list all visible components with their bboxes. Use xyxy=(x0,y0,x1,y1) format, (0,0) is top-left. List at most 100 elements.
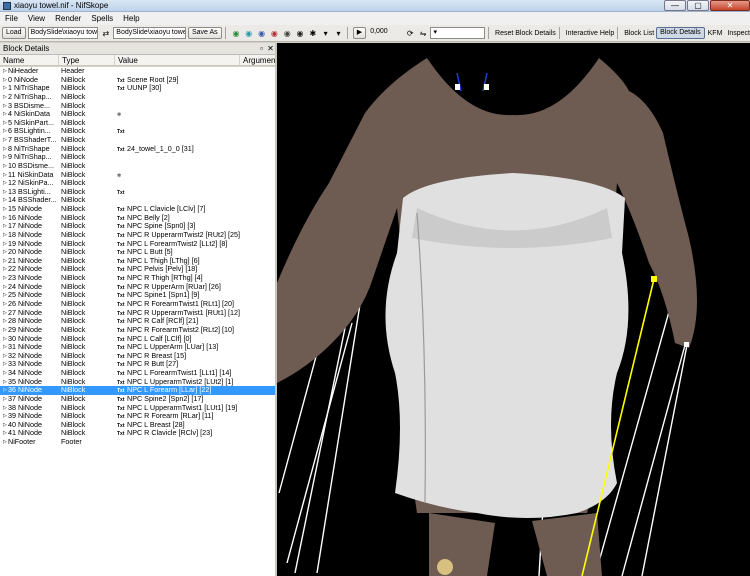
expand-arrow-icon[interactable]: ▷ xyxy=(3,309,7,318)
expand-arrow-icon[interactable]: ▷ xyxy=(3,240,7,249)
table-row[interactable]: ▷ NiHeader Header xyxy=(0,67,275,76)
expand-arrow-icon[interactable]: ▷ xyxy=(3,110,7,119)
menu-view[interactable]: View xyxy=(23,14,50,23)
expand-arrow-icon[interactable]: ▷ xyxy=(3,67,7,76)
minimize-button[interactable]: — xyxy=(664,0,686,11)
table-row[interactable]: ▷ 23 NiNode NiBlock Txt NPC R Thigh [RThg] [… xyxy=(0,274,275,283)
dropdown-arrow-icon[interactable]: ▾ xyxy=(320,28,331,39)
pin-icon[interactable]: ✱ xyxy=(307,28,318,39)
expand-arrow-icon[interactable]: ▷ xyxy=(3,93,7,102)
reset-block-details-button[interactable]: Reset Block Details xyxy=(495,30,556,37)
expand-arrow-icon[interactable]: ▷ xyxy=(3,283,7,292)
column-name[interactable]: Name xyxy=(0,55,59,66)
expand-arrow-icon[interactable]: ▷ xyxy=(3,291,7,300)
expand-arrow-icon[interactable]: ▷ xyxy=(3,119,7,128)
selected-bone-marker[interactable] xyxy=(651,276,657,282)
table-row[interactable]: ▷ 27 NiNode NiBlock Txt NPC R UpperarmTwist1… xyxy=(0,309,275,318)
table-row[interactable]: ▷ 11 NiSkinData NiBlock ✱ xyxy=(0,171,275,180)
close-panel-icon[interactable]: ✕ xyxy=(266,44,275,53)
dropdown-arrow-icon-2[interactable]: ▾ xyxy=(333,28,344,39)
expand-arrow-icon[interactable]: ▷ xyxy=(3,438,7,447)
expand-arrow-icon[interactable]: ▷ xyxy=(3,76,7,85)
interactive-help-button[interactable]: Interactive Help xyxy=(566,30,615,37)
expand-arrow-icon[interactable]: ▷ xyxy=(3,386,7,395)
table-row[interactable]: ▷ 35 NiNode NiBlock Txt NPC L UpperarmTwist2… xyxy=(0,378,275,387)
play-button[interactable]: ▶ xyxy=(352,27,367,39)
menu-render[interactable]: Render xyxy=(50,14,86,23)
table-row[interactable]: ▷ 15 NiNode NiBlock Txt NPC L Clavicle [LClv… xyxy=(0,205,275,214)
table-row[interactable]: ▷ 30 NiNode NiBlock Txt NPC L Calf [LClf] [0… xyxy=(0,335,275,344)
expand-arrow-icon[interactable]: ▷ xyxy=(3,188,7,197)
switch-icon[interactable]: ⇋ xyxy=(418,28,429,39)
table-row[interactable]: ▷ 39 NiNode NiBlock Txt NPC R Forearm [RLar]… xyxy=(0,412,275,421)
expand-arrow-icon[interactable]: ▷ xyxy=(3,369,7,378)
kfm-button[interactable]: KFM xyxy=(708,30,723,37)
table-row[interactable]: ▷ 17 NiNode NiBlock Txt NPC Spine [Spn0] [3] xyxy=(0,222,275,231)
table-row[interactable]: ▷ 22 NiNode NiBlock Txt NPC Pelvis [Pelv] [1… xyxy=(0,265,275,274)
expand-arrow-icon[interactable]: ▷ xyxy=(3,127,7,136)
expand-arrow-icon[interactable]: ▷ xyxy=(3,343,7,352)
expand-arrow-icon[interactable]: ▷ xyxy=(3,214,7,223)
table-row[interactable]: ▷ 38 NiNode NiBlock Txt NPC L UpperarmTwist1… xyxy=(0,404,275,413)
table-row[interactable]: ▷ 1 NiTriShape NiBlock Txt UUNP [30] xyxy=(0,84,275,93)
table-row[interactable]: ▷ 13 BSLighti... NiBlock Txt xyxy=(0,188,275,197)
table-row[interactable]: ▷ 9 NiTriShap... NiBlock xyxy=(0,153,275,162)
save-path-field[interactable]: BodySlide\xiaoyu towel.nif xyxy=(113,27,186,39)
expand-arrow-icon[interactable]: ▷ xyxy=(3,145,7,154)
table-row[interactable]: ▷ 6 BSLightin... NiBlock Txt xyxy=(0,127,275,136)
expand-arrow-icon[interactable]: ▷ xyxy=(3,248,7,257)
menu-spells[interactable]: Spells xyxy=(86,14,118,23)
table-row[interactable]: ▷ 2 NiTriShap... NiBlock xyxy=(0,93,275,102)
bone-joint-marker[interactable] xyxy=(437,559,453,575)
expand-arrow-icon[interactable]: ▷ xyxy=(3,265,7,274)
bone-node-marker-2[interactable] xyxy=(484,84,489,90)
expand-arrow-icon[interactable]: ▷ xyxy=(3,395,7,404)
eye-cyan-icon[interactable]: ◉ xyxy=(243,28,254,39)
inspect-button[interactable]: Inspect xyxy=(727,30,750,37)
table-row[interactable]: ▷ 29 NiNode NiBlock Txt NPC R ForearmTwist2 … xyxy=(0,326,275,335)
table-row[interactable]: ▷ 3 BSDisme... NiBlock xyxy=(0,102,275,111)
expand-arrow-icon[interactable]: ▷ xyxy=(3,335,7,344)
render-viewport[interactable] xyxy=(277,43,750,576)
table-row[interactable]: ▷ 19 NiNode NiBlock Txt NPC L ForearmTwist2 … xyxy=(0,240,275,249)
table-row[interactable]: ▷ 32 NiNode NiBlock Txt NPC R Breast [15] xyxy=(0,352,275,361)
table-row[interactable]: ▷ 0 NiNode NiBlock Txt Scene Root [29] xyxy=(0,76,275,85)
load-path-field[interactable]: BodySlide\xiaoyu towel.nif xyxy=(27,27,99,39)
table-row[interactable]: ▷ 8 NiTriShape NiBlock Txt 24_towel_1_0_0 [3… xyxy=(0,145,275,154)
expand-arrow-icon[interactable]: ▷ xyxy=(3,378,7,387)
animation-select[interactable]: ▾ xyxy=(430,27,486,39)
table-row[interactable]: ▷ 12 NiSkinPa... NiBlock xyxy=(0,179,275,188)
bone-node-marker[interactable] xyxy=(455,84,460,90)
table-row[interactable]: ▷ 20 NiNode NiBlock Txt NPC L Butt [5] xyxy=(0,248,275,257)
table-row[interactable]: ▷ 16 NiNode NiBlock Txt NPC Belly [2] xyxy=(0,214,275,223)
expand-arrow-icon[interactable]: ▷ xyxy=(3,429,7,438)
expand-arrow-icon[interactable]: ▷ xyxy=(3,421,7,430)
table-row[interactable]: ▷ 24 NiNode NiBlock Txt NPC R UpperArm [RUar… xyxy=(0,283,275,292)
table-row[interactable]: ▷ 14 BSShader... NiBlock xyxy=(0,196,275,205)
table-row[interactable]: ▷ 7 BSShaderT... NiBlock xyxy=(0,136,275,145)
float-panel-icon[interactable]: ▫ xyxy=(257,44,266,53)
expand-arrow-icon[interactable]: ▷ xyxy=(3,360,7,369)
bone-node-marker-3[interactable] xyxy=(684,342,689,347)
load-button[interactable]: Load xyxy=(2,27,26,39)
table-row[interactable]: ▷ 25 NiNode NiBlock Txt NPC Spine1 [Spn1] [9… xyxy=(0,291,275,300)
expand-arrow-icon[interactable]: ▷ xyxy=(3,257,7,266)
block-list-button[interactable]: Block List xyxy=(624,30,654,37)
expand-arrow-icon[interactable]: ▷ xyxy=(3,352,7,361)
expand-arrow-icon[interactable]: ▷ xyxy=(3,300,7,309)
expand-arrow-icon[interactable]: ▷ xyxy=(3,102,7,111)
maximize-button[interactable]: ▢ xyxy=(687,0,709,11)
eye-red-icon[interactable]: ◉ xyxy=(269,28,280,39)
expand-arrow-icon[interactable]: ▷ xyxy=(3,171,7,180)
save-as-button[interactable]: Save As xyxy=(187,27,222,39)
expand-arrow-icon[interactable]: ▷ xyxy=(3,179,7,188)
table-row[interactable]: ▷ 41 NiNode NiBlock Txt NPC R Clavicle [RClv… xyxy=(0,429,275,438)
loop-icon[interactable]: ⟳ xyxy=(405,28,416,39)
table-row[interactable]: ▷ 21 NiNode NiBlock Txt NPC L Thigh [LThg] [… xyxy=(0,257,275,266)
column-value[interactable]: Value xyxy=(115,55,240,66)
expand-arrow-icon[interactable]: ▷ xyxy=(3,222,7,231)
expand-arrow-icon[interactable]: ▷ xyxy=(3,317,7,326)
expand-arrow-icon[interactable]: ▷ xyxy=(3,162,7,171)
table-row[interactable]: ▷ NiFooter Footer xyxy=(0,438,275,447)
expand-arrow-icon[interactable]: ▷ xyxy=(3,84,7,93)
